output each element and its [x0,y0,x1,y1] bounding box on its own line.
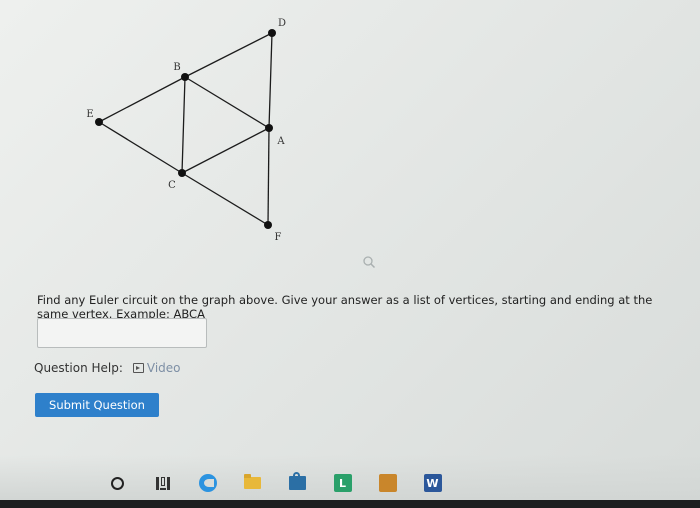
vertex-E [95,118,103,126]
graph-edges [98,32,273,226]
video-link[interactable]: Video [132,361,181,375]
vertex-A [265,124,273,132]
edge-BC [181,76,186,174]
answer-input[interactable] [37,318,207,348]
vertex-C [178,169,186,177]
edge-browser-icon [198,474,217,492]
edge-DA [268,32,273,129]
vertex-label-B: B [173,62,180,73]
edge-BA [184,76,270,129]
file-explorer-icon [244,474,261,489]
edge-BD [184,32,273,78]
l-app-icon: L [333,474,352,492]
vertex-D [268,29,276,37]
screen-bezel [0,500,700,508]
vertex-label-A: A [276,136,285,147]
file-explorer-button[interactable] [230,470,275,496]
vertex-label-F: F [275,232,282,243]
vertex-B [181,73,189,81]
orange-app-icon [378,474,397,492]
cortana-icon [111,476,124,490]
video-link-label: Video [146,361,181,375]
store-button[interactable] [275,470,320,496]
submit-question-button[interactable]: Submit Question [35,393,159,417]
graph-vertices: D B E A C F [86,18,286,243]
edge-AF [267,127,270,226]
orange-app-button[interactable] [365,470,410,496]
edge-EC [98,121,183,174]
task-view-icon [155,476,170,490]
play-video-icon [132,363,144,373]
vertex-label-C: C [168,180,176,191]
task-view-button[interactable] [140,470,185,496]
vertex-F [264,221,272,229]
word-icon: W [423,474,442,492]
store-icon [289,472,306,490]
edge-AC [181,127,270,174]
graph-figure: D B E A C F [86,18,286,243]
question-help-label: Question Help: [34,361,123,375]
edge-EB [98,76,186,123]
cortana-button[interactable] [95,470,140,496]
edge-browser-button[interactable] [185,470,230,496]
vertex-label-D: D [278,18,286,29]
vertex-label-E: E [86,109,93,120]
zoom-icon[interactable] [362,255,376,269]
l-app-button[interactable]: L [320,470,365,496]
taskbar: L W [95,470,455,496]
question-text: Find any Euler circuit on the graph abov… [37,293,653,321]
question-help: Question Help: Video [34,361,181,375]
edge-CF [181,172,269,226]
word-button[interactable]: W [410,470,455,496]
